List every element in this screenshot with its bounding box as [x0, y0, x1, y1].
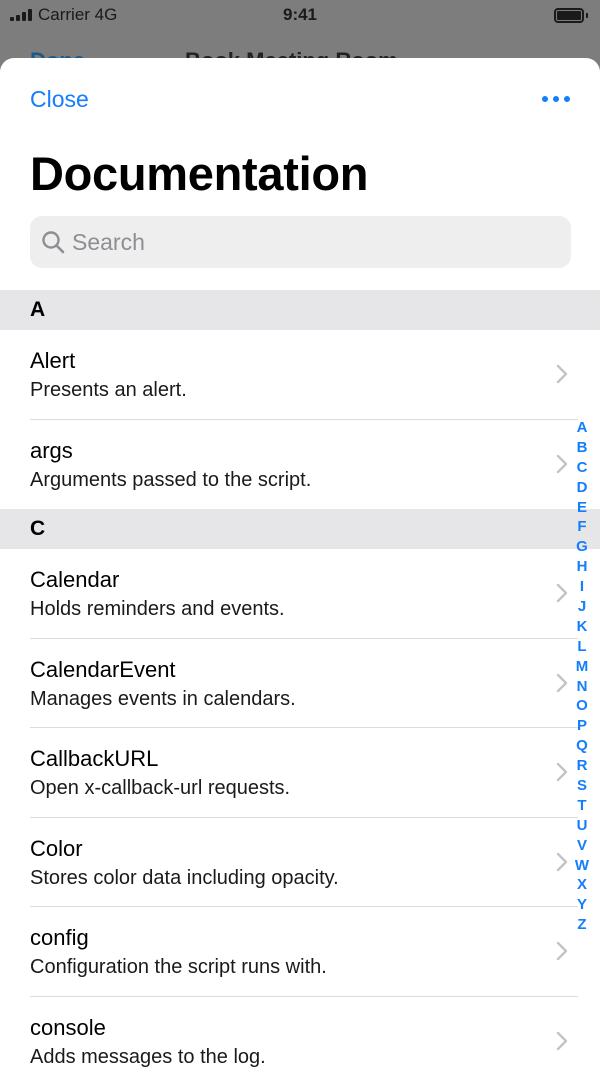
index-letter-d[interactable]: D [577, 478, 588, 498]
chevron-right-icon [556, 762, 568, 782]
carrier-group: Carrier 4G [10, 5, 117, 25]
signal-icon [10, 9, 32, 21]
index-letter-s[interactable]: S [577, 776, 587, 796]
list-item[interactable]: args Arguments passed to the script. [0, 420, 600, 510]
section-header-c: C [0, 509, 600, 549]
list-item[interactable]: Calendar Holds reminders and events. [0, 549, 600, 639]
index-letter-i[interactable]: I [580, 577, 584, 597]
index-letter-o[interactable]: O [576, 696, 588, 716]
list-item-subtitle: Arguments passed to the script. [30, 468, 312, 491]
index-letter-t[interactable]: T [577, 796, 586, 816]
documentation-sheet: Close Documentation A Alert Presents an al… [0, 58, 600, 1067]
chevron-right-icon [556, 1031, 568, 1050]
search-icon [42, 231, 65, 254]
status-bar: Carrier 4G 9:41 [0, 0, 600, 30]
list-item[interactable]: Alert Presents an alert. [0, 330, 600, 420]
carrier-label: Carrier 4G [38, 5, 118, 24]
chevron-right-icon [556, 673, 568, 692]
list-item-title: console [30, 1014, 106, 1040]
index-letter-w[interactable]: W [575, 856, 589, 876]
list-item-title: CalendarEvent [30, 656, 176, 682]
list-item[interactable]: config Configuration the script runs with… [0, 907, 600, 997]
list-item-subtitle: Presents an alert. [30, 379, 187, 401]
index-letter-g[interactable]: G [576, 537, 588, 557]
list-item-title: Color [30, 835, 83, 861]
documentation-list: A Alert Presents an alert. args Arguments pa… [0, 290, 600, 1067]
index-letter-l[interactable]: L [577, 637, 586, 657]
index-letter-f[interactable]: F [577, 517, 586, 537]
chevron-right-icon [556, 852, 568, 871]
list-item-title: Calendar [30, 567, 120, 592]
screen: Carrier 4G 9:41 Done Book Meeting Room C… [0, 0, 600, 1067]
list-item-subtitle: Manages events in calendars. [30, 687, 296, 710]
index-letter-v[interactable]: V [577, 836, 587, 856]
search-bar[interactable] [30, 216, 571, 268]
index-letter-e[interactable]: E [577, 498, 587, 518]
list-item-subtitle: Configuration the script runs with. [30, 956, 327, 978]
page-title: Documentation [30, 147, 369, 200]
index-letter-p[interactable]: P [577, 716, 587, 736]
index-letter-a[interactable]: A [577, 418, 588, 438]
battery-icon [554, 7, 588, 23]
section-index[interactable]: ABCDEFGHIJKLMNOPQRSTUVWXYZ [570, 418, 594, 935]
chevron-right-icon [556, 941, 568, 961]
list-item-subtitle: Open x-callback-url requests. [30, 777, 291, 799]
index-letter-n[interactable]: N [577, 677, 588, 697]
index-letter-b[interactable]: B [577, 438, 588, 458]
list-item-title: CallbackURL [30, 746, 159, 771]
list-item[interactable]: console Adds messages to the log. [0, 997, 600, 1067]
index-letter-r[interactable]: R [577, 756, 588, 776]
ellipsis-icon[interactable] [542, 96, 570, 102]
index-letter-x[interactable]: X [577, 875, 587, 895]
list-item[interactable]: CallbackURL Open x-callback-url requests. [0, 728, 600, 818]
index-letter-m[interactable]: M [576, 657, 589, 677]
list-item[interactable]: CalendarEvent Manages events in calendars… [0, 639, 600, 729]
search-input[interactable] [72, 228, 552, 256]
index-letter-y[interactable]: Y [577, 895, 587, 915]
list-item-title: args [30, 437, 73, 463]
list-item[interactable]: Color Stores color data including opacity… [0, 818, 600, 908]
index-letter-h[interactable]: H [577, 557, 588, 577]
index-letter-u[interactable]: U [577, 816, 588, 836]
chevron-right-icon [556, 583, 568, 603]
index-letter-q[interactable]: Q [576, 736, 588, 756]
list-item-subtitle: Holds reminders and events. [30, 598, 285, 620]
chevron-right-icon [556, 364, 568, 384]
section-header-a: A [0, 290, 600, 330]
index-letter-j[interactable]: J [578, 597, 586, 617]
list-item-subtitle: Adds messages to the log. [30, 1045, 266, 1067]
index-letter-k[interactable]: K [577, 617, 588, 637]
index-letter-z[interactable]: Z [577, 915, 586, 935]
close-button[interactable]: Close [30, 86, 89, 113]
chevron-right-icon [556, 454, 568, 473]
list-item-title: config [30, 925, 89, 950]
list-item-title: Alert [30, 348, 76, 373]
list-item-subtitle: Stores color data including opacity. [30, 866, 339, 889]
index-letter-c[interactable]: C [577, 458, 588, 478]
